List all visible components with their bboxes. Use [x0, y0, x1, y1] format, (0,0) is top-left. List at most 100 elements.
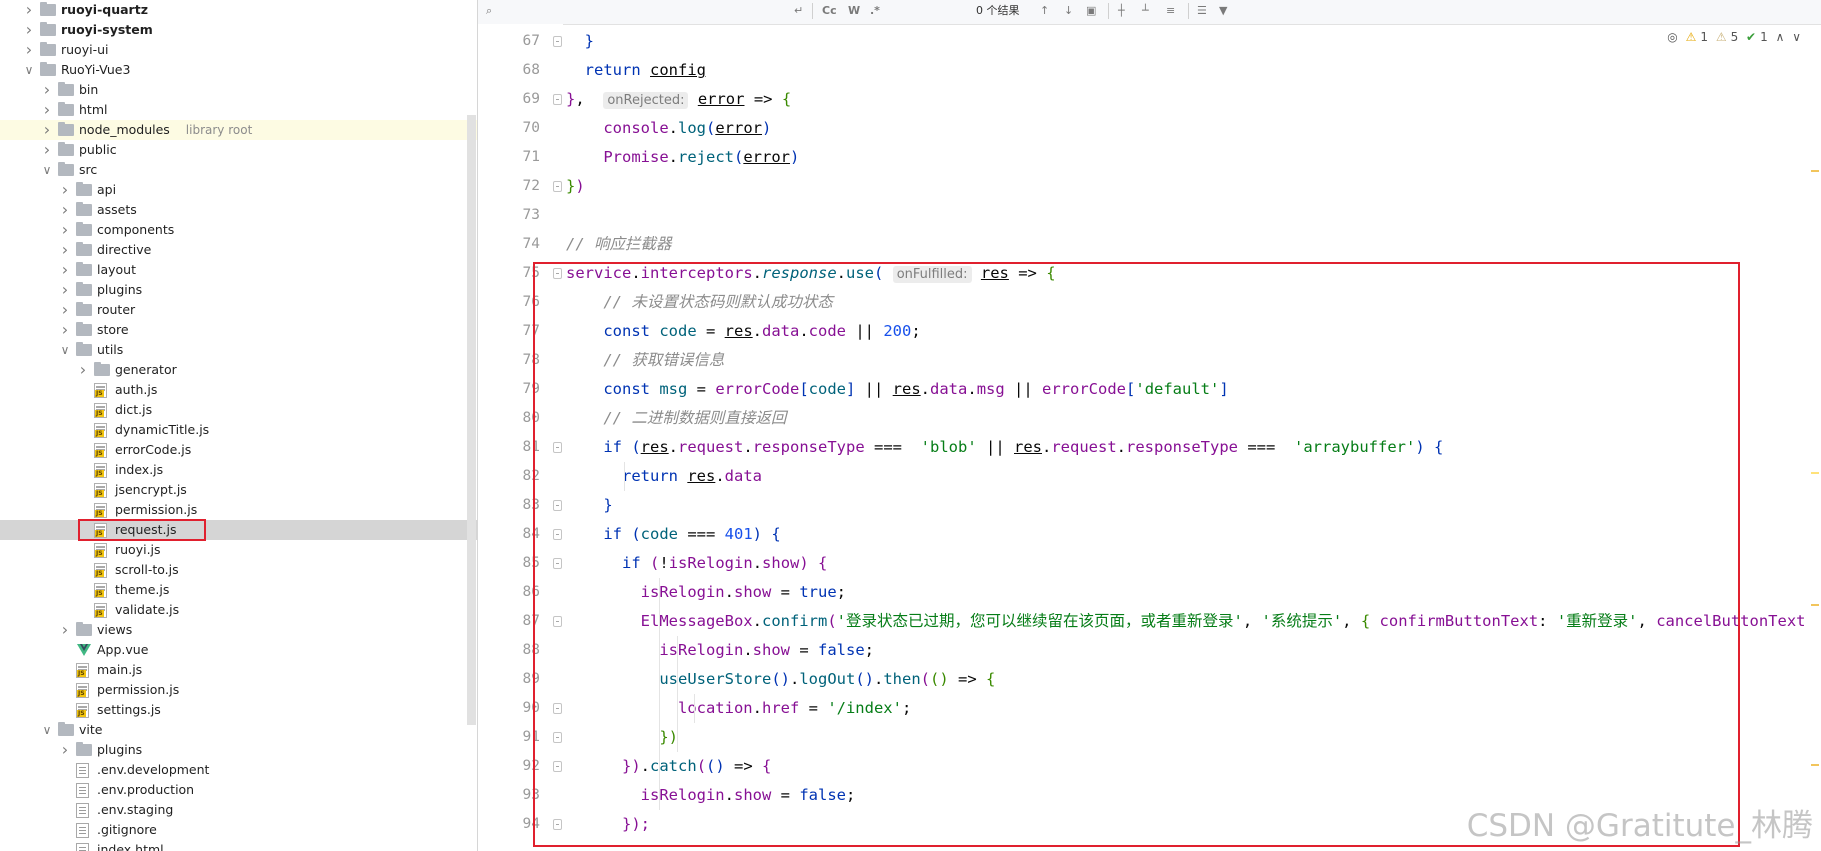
chevron-down-icon[interactable]: ∨	[40, 160, 54, 180]
newline-icon[interactable]: ↵	[794, 0, 803, 22]
chevron-right-icon[interactable]: ›	[22, 40, 36, 60]
tree-item[interactable]: › views	[0, 620, 477, 640]
previous-match-icon[interactable]: ↑	[1040, 0, 1049, 22]
chevron-right-icon[interactable]: ›	[40, 80, 54, 100]
code-line[interactable]: console.log(error)	[566, 114, 771, 143]
inspection-widget[interactable]: ◎ ⚠ 1 ⚠ 5 ✔ 1 ∧ ∨	[1663, 30, 1801, 48]
chevron-right-icon[interactable]: ›	[58, 320, 72, 340]
tree-item[interactable]: › bin	[0, 80, 477, 100]
tree-item[interactable]: index.html	[0, 840, 477, 851]
error-stripe[interactable]	[1809, 24, 1821, 851]
check-icon[interactable]: ✔	[1746, 30, 1756, 44]
stripe-marker[interactable]	[1811, 472, 1819, 474]
tree-item[interactable]: .env.staging	[0, 800, 477, 820]
chevron-right-icon[interactable]: ›	[58, 740, 72, 760]
chevron-right-icon[interactable]: ›	[58, 200, 72, 220]
chevron-right-icon[interactable]: ›	[58, 220, 72, 240]
chevron-down-icon[interactable]: ∨	[40, 720, 54, 740]
tree-item[interactable]: › ruoyi-ui	[0, 40, 477, 60]
tree-item[interactable]: › html	[0, 100, 477, 120]
chevron-right-icon[interactable]: ›	[22, 20, 36, 40]
tree-item[interactable]: ∨ RuoYi-Vue3	[0, 60, 477, 80]
tree-item[interactable]: dict.js	[0, 400, 477, 420]
chevron-right-icon[interactable]: ›	[22, 0, 36, 20]
tree-item[interactable]: › store	[0, 320, 477, 340]
chevron-down-icon[interactable]: ∨	[1792, 30, 1801, 44]
chevron-right-icon[interactable]: ›	[40, 120, 54, 140]
tree-item[interactable]: .gitignore	[0, 820, 477, 840]
stripe-marker[interactable]	[1811, 604, 1819, 606]
code-line[interactable]: Promise.reject(error)	[566, 143, 799, 172]
stripe-marker[interactable]	[1811, 170, 1819, 172]
code-line[interactable]: return config	[566, 56, 706, 85]
chevron-right-icon[interactable]: ›	[58, 180, 72, 200]
tree-item[interactable]: › directive	[0, 240, 477, 260]
regex-toggle[interactable]: .*	[870, 0, 880, 22]
select-all-icon[interactable]: ≡	[1166, 0, 1175, 22]
tree-item[interactable]: permission.js	[0, 680, 477, 700]
tree-item[interactable]: .env.development	[0, 760, 477, 780]
warning-icon[interactable]: ⚠	[1686, 30, 1697, 44]
tree-item[interactable]: ∨ src	[0, 160, 477, 180]
fold-marker-icon[interactable]	[553, 36, 562, 47]
tree-item[interactable]: › router	[0, 300, 477, 320]
tree-item[interactable]: ruoyi.js	[0, 540, 477, 560]
tree-item[interactable]: › public	[0, 140, 477, 160]
tree-item[interactable]: jsencrypt.js	[0, 480, 477, 500]
code-line[interactable]: }, onRejected: error => {	[566, 85, 791, 114]
tree-item[interactable]: › assets	[0, 200, 477, 220]
remove-occurrence-icon[interactable]: ┴	[1142, 0, 1149, 22]
eye-slash-icon[interactable]: ◎	[1667, 30, 1677, 44]
tree-item[interactable]: › ruoyi-system	[0, 20, 477, 40]
tree-scrollbar[interactable]	[467, 115, 476, 725]
tree-item[interactable]: App.vue	[0, 640, 477, 660]
fold-marker-icon[interactable]	[553, 181, 562, 192]
fold-marker-icon[interactable]	[553, 94, 562, 105]
tree-item[interactable]: ∨ utils	[0, 340, 477, 360]
open-in-window-icon[interactable]: ☰	[1197, 0, 1207, 22]
tree-item[interactable]: main.js	[0, 660, 477, 680]
tree-item[interactable]: ∨ vite	[0, 720, 477, 740]
stripe-marker[interactable]	[1811, 764, 1819, 766]
chevron-right-icon[interactable]: ›	[58, 240, 72, 260]
chevron-right-icon[interactable]: ›	[58, 300, 72, 320]
match-case-toggle[interactable]: Cc	[822, 0, 837, 22]
chevron-right-icon[interactable]: ›	[40, 100, 54, 120]
tree-item[interactable]: › ruoyi-quartz	[0, 0, 477, 20]
tree-item[interactable]: › api	[0, 180, 477, 200]
filter-icon[interactable]: ▼	[1219, 0, 1227, 22]
chevron-down-icon[interactable]: ∨	[22, 60, 36, 80]
tree-item[interactable]: validate.js	[0, 600, 477, 620]
chevron-right-icon[interactable]: ›	[40, 140, 54, 160]
tree-item[interactable]: scroll-to.js	[0, 560, 477, 580]
chevron-down-icon[interactable]: ∨	[58, 340, 72, 360]
add-occurrence-icon[interactable]: ┼	[1118, 0, 1125, 22]
tree-item[interactable]: settings.js	[0, 700, 477, 720]
tree-item[interactable]: .env.production	[0, 780, 477, 800]
whole-words-toggle[interactable]: W	[848, 0, 860, 22]
tree-item[interactable]: theme.js	[0, 580, 477, 600]
chevron-right-icon[interactable]: ›	[76, 360, 90, 380]
next-match-icon[interactable]: ↓	[1064, 0, 1073, 22]
tree-item[interactable]: auth.js	[0, 380, 477, 400]
chevron-right-icon[interactable]: ›	[58, 620, 72, 640]
chevron-right-icon[interactable]: ›	[58, 280, 72, 300]
tree-item[interactable]: request.js	[0, 520, 477, 540]
tree-item[interactable]: permission.js	[0, 500, 477, 520]
search-icon[interactable]: ⌕	[486, 0, 492, 22]
tree-item[interactable]: dynamicTitle.js	[0, 420, 477, 440]
tree-item[interactable]: › node_modules library root	[0, 120, 477, 140]
tree-item[interactable]: › components	[0, 220, 477, 240]
weak-warning-icon[interactable]: ⚠	[1716, 30, 1727, 44]
chevron-up-icon[interactable]: ∧	[1776, 30, 1785, 44]
tree-item[interactable]: › generator	[0, 360, 477, 380]
tree-item[interactable]: index.js	[0, 460, 477, 480]
select-all-occurrences-icon[interactable]: ▣	[1086, 0, 1096, 22]
tree-item[interactable]: › plugins	[0, 280, 477, 300]
tree-item[interactable]: › layout	[0, 260, 477, 280]
tree-item[interactable]: errorCode.js	[0, 440, 477, 460]
tree-item[interactable]: › plugins	[0, 740, 477, 760]
code-line[interactable]: })	[566, 172, 585, 201]
chevron-right-icon[interactable]: ›	[58, 260, 72, 280]
code-line[interactable]: // 响应拦截器	[566, 230, 672, 259]
